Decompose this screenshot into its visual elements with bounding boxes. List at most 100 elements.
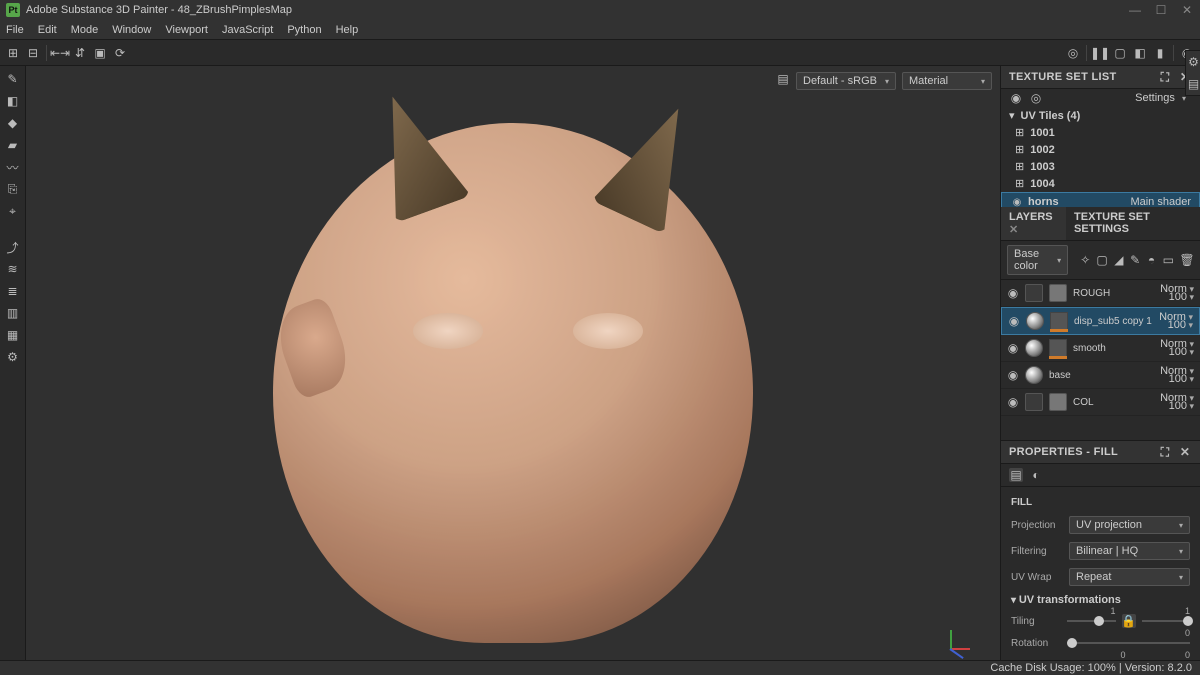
colorspace-value: Default - sRGB bbox=[803, 75, 877, 87]
eye-icon[interactable]: ◉ bbox=[1007, 368, 1019, 382]
rotation-slider-a[interactable]: 0 bbox=[1067, 636, 1190, 650]
menu-python[interactable]: Python bbox=[287, 24, 321, 36]
cube-icon[interactable]: ◧ bbox=[1133, 46, 1147, 60]
view-mode-icon[interactable]: ▢ bbox=[1113, 46, 1127, 60]
maximize-button[interactable]: ☐ bbox=[1154, 3, 1168, 17]
delete-layer-icon[interactable]: 🗑 bbox=[1180, 253, 1194, 267]
settings-icon[interactable]: ⚙ bbox=[6, 350, 20, 364]
close-button[interactable]: ✕ bbox=[1180, 3, 1194, 17]
eye-icon[interactable]: ◉ bbox=[1007, 286, 1019, 300]
eye-icon[interactable]: ◉ bbox=[1009, 91, 1023, 105]
menu-javascript[interactable]: JavaScript bbox=[222, 24, 273, 36]
close-panel-icon[interactable]: ✕ bbox=[1178, 445, 1192, 459]
mirror-y-icon[interactable]: ⇵ bbox=[73, 46, 87, 60]
eye-icon[interactable]: ◉ bbox=[1007, 395, 1019, 409]
menu-edit[interactable]: Edit bbox=[38, 24, 57, 36]
smudge-tool-icon[interactable]: 〰 bbox=[6, 160, 20, 174]
uv-tiles-grouper[interactable]: ▾ UV Tiles (4) bbox=[1001, 107, 1200, 124]
fill-section-label: FILL bbox=[1011, 497, 1190, 508]
camera-icon[interactable]: ▮ bbox=[1153, 46, 1167, 60]
layers-shortcut-icon[interactable]: ≣ bbox=[6, 284, 20, 298]
uv-tile-row[interactable]: ⊞1003 bbox=[1001, 158, 1200, 175]
material-mode-icon[interactable]: ◐ bbox=[1029, 468, 1043, 482]
menu-file[interactable]: File bbox=[6, 24, 24, 36]
bake-icon[interactable]: ≋ bbox=[6, 262, 20, 276]
grid-2d-icon[interactable]: ⊟ bbox=[26, 46, 40, 60]
mask-icon[interactable]: ▢ bbox=[1096, 253, 1107, 267]
tiling-x-slider[interactable]: 1 bbox=[1067, 614, 1116, 628]
material-value: Material bbox=[909, 75, 948, 87]
axis-gizmo[interactable] bbox=[950, 610, 990, 650]
uvwrap-label: UV Wrap bbox=[1011, 572, 1061, 583]
layer-mask[interactable] bbox=[1050, 312, 1068, 330]
grid-3d-icon[interactable]: ⊞ bbox=[6, 46, 20, 60]
frame-icon[interactable]: ▣ bbox=[93, 46, 107, 60]
tab-layers[interactable]: LAYERS ✕ bbox=[1001, 207, 1066, 240]
tab-texture-set-settings[interactable]: TEXTURE SET SETTINGS bbox=[1066, 207, 1200, 240]
fill-tool-icon[interactable]: ▰ bbox=[6, 138, 20, 152]
menu-window[interactable]: Window bbox=[112, 24, 151, 36]
eye-solo-icon[interactable]: ◎ bbox=[1029, 91, 1043, 105]
fill-mode-icon[interactable]: ▤ bbox=[1009, 468, 1023, 482]
brush-tool-icon[interactable]: ✎ bbox=[6, 72, 20, 86]
menu-help[interactable]: Help bbox=[336, 24, 359, 36]
projection-dropdown[interactable]: UV projection bbox=[1069, 516, 1190, 534]
uv-tile-row[interactable]: ⊞1001 bbox=[1001, 124, 1200, 141]
layer-row[interactable]: ◉ COL Norm ▾ 100 ▾ bbox=[1001, 389, 1200, 416]
refresh-icon[interactable]: ⟳ bbox=[113, 46, 127, 60]
offset-x-slider[interactable]: 0 bbox=[1067, 658, 1126, 660]
texture-set-list-header: TEXTURE SET LIST ⛶ ✕ bbox=[1001, 66, 1200, 89]
texture-icon[interactable]: ▦ bbox=[6, 328, 20, 342]
layer-row[interactable]: ◉ disp_sub5 copy 1 Norm ▾ 100 ▾ bbox=[1001, 307, 1200, 335]
mirror-x-icon[interactable]: ⇤⇥ bbox=[53, 46, 67, 60]
layer-mask[interactable] bbox=[1049, 339, 1067, 357]
filtering-dropdown[interactable]: Bilinear | HQ bbox=[1069, 542, 1190, 560]
add-paint-layer-icon[interactable]: ✎ bbox=[1130, 253, 1140, 267]
vtab-gear-icon[interactable]: ⚙ bbox=[1187, 55, 1200, 69]
uvwrap-dropdown[interactable]: Repeat bbox=[1069, 568, 1190, 586]
eye-icon[interactable]: ◉ bbox=[1007, 341, 1019, 355]
tile-icon: ⊞ bbox=[1015, 126, 1024, 139]
uv-tile-row[interactable]: ⊞1004 bbox=[1001, 175, 1200, 192]
resources-icon[interactable]: ▥ bbox=[6, 306, 20, 320]
expand-icon[interactable]: ⛶ bbox=[1158, 445, 1172, 459]
settings-dropdown[interactable]: Settings bbox=[1129, 91, 1192, 105]
vtab-layers-icon[interactable]: ▤ bbox=[1187, 77, 1200, 91]
material-dropdown[interactable]: Material bbox=[902, 72, 992, 90]
uv-tile-row[interactable]: ⊞1002 bbox=[1001, 141, 1200, 158]
menu-viewport[interactable]: Viewport bbox=[165, 24, 208, 36]
minimize-button[interactable]: — bbox=[1128, 3, 1142, 17]
iray-icon[interactable]: ◎ bbox=[1066, 46, 1080, 60]
add-folder-icon[interactable]: ▭ bbox=[1163, 253, 1174, 267]
model-preview[interactable] bbox=[253, 83, 773, 643]
effect-icon[interactable]: ✧ bbox=[1080, 253, 1090, 267]
layers-tabs: LAYERS ✕ TEXTURE SET SETTINGS bbox=[1001, 207, 1200, 241]
channel-dropdown[interactable]: Base color bbox=[1007, 245, 1068, 275]
picker-tool-icon[interactable]: ⌖ bbox=[6, 204, 20, 218]
eye-icon[interactable]: ◉ bbox=[1010, 195, 1024, 207]
layer-row[interactable]: ◉ smooth Norm ▾ 100 ▾ bbox=[1001, 335, 1200, 362]
offset-y-slider[interactable]: 0 bbox=[1132, 658, 1191, 660]
lock-icon[interactable]: 🔒 bbox=[1122, 614, 1136, 628]
eraser-tool-icon[interactable]: ◧ bbox=[6, 94, 20, 108]
window-title: Adobe Substance 3D Painter - 48_ZBrushPi… bbox=[26, 4, 292, 16]
layer-row[interactable]: ◉ ROUGH Norm ▾ 100 ▾ bbox=[1001, 280, 1200, 307]
pause-icon[interactable]: ❚❚ bbox=[1093, 46, 1107, 60]
layer-row[interactable]: ◉ base Norm ▾ 100 ▾ bbox=[1001, 362, 1200, 389]
add-smart-icon[interactable]: ◓ bbox=[1146, 253, 1156, 267]
texture-set-horns[interactable]: ◉horns Main shader bbox=[1001, 192, 1200, 207]
menu-mode[interactable]: Mode bbox=[71, 24, 99, 36]
tiling-y-slider[interactable]: 1 bbox=[1142, 614, 1191, 628]
expand-icon[interactable]: ⛶ bbox=[1158, 70, 1172, 84]
viewport-3d[interactable]: ▤ Default - sRGB Material bbox=[26, 66, 1000, 660]
close-tab-icon[interactable]: ✕ bbox=[1009, 224, 1018, 236]
projection-tool-icon[interactable]: ◆ bbox=[6, 116, 20, 130]
export-icon[interactable]: ⤴ bbox=[6, 240, 20, 254]
main-area: ✎ ◧ ◆ ▰ 〰 ⎘ ⌖ ⤴ ≋ ≣ ▥ ▦ ⚙ ▤ Default - sR… bbox=[0, 66, 1200, 660]
clone-tool-icon[interactable]: ⎘ bbox=[6, 182, 20, 196]
colorspace-icon[interactable]: ▤ bbox=[776, 72, 790, 86]
add-fill-layer-icon[interactable]: ◢ bbox=[1114, 253, 1124, 267]
eye-icon[interactable]: ◉ bbox=[1008, 314, 1020, 328]
colorspace-dropdown[interactable]: Default - sRGB bbox=[796, 72, 896, 90]
uv-transformations-grouper[interactable]: ▾ UV transformations bbox=[1011, 594, 1190, 606]
